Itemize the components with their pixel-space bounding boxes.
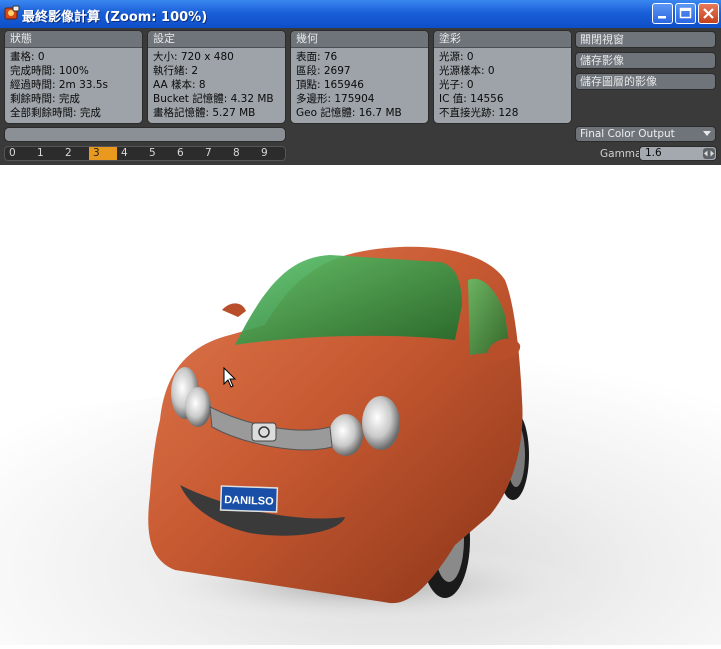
gamma-input[interactable]: 1.6 [639,146,717,161]
output-select[interactable]: Final Color Output [575,126,716,142]
close-window-button[interactable]: 關閉視窗 [575,31,716,48]
minimize-icon [658,16,666,19]
status-header: 狀態 [5,31,142,48]
shading-box: 塗彩 光源: 0 光源樣本: 0 光子: 0 IC 值: 14556 不直接光跡… [433,30,572,124]
app-icon [4,5,20,20]
status-total-remaining: 全部剩餘時間: 完成 [10,107,101,119]
maximize-button[interactable] [675,3,696,24]
shading-header: 塗彩 [434,31,571,48]
maximize-icon [679,7,692,19]
window-title: 最終影像計算 (Zoom: 100%) [22,10,208,25]
frame-tab-7[interactable]: 7 [201,147,229,160]
render-progress-bar [4,127,286,142]
settings-bucket-memory: Bucket 記憶體: 4.32 MB [153,93,274,105]
geometry-vertices: 頂點: 165946 [296,79,364,91]
gamma-label: Gamma [600,148,642,160]
frame-tab-4[interactable]: 4 [117,147,145,160]
status-complete: 完成時間: 100% [10,65,89,77]
frame-tab-1[interactable]: 1 [33,147,61,160]
stepper-arrows-icon [704,150,714,157]
settings-aa-samples: AA 樣本: 8 [153,79,206,91]
geometry-header: 幾何 [291,31,428,48]
geometry-memory: Geo 記憶體: 16.7 MB [296,107,402,119]
settings-threads: 執行緒: 2 [153,65,199,77]
save-image-button[interactable]: 儲存影像 [575,52,716,69]
frame-tab-0[interactable]: 0 [5,147,33,160]
license-plate: DANILSO [224,494,274,508]
render-info-panel: 狀態 畫格: 0 完成時間: 100% 經過時間: 2m 33.5s 剩餘時間:… [0,28,721,165]
frame-selector[interactable]: 0123456789 [4,146,286,161]
shading-indirect-rays: 不直接光跡: 128 [439,107,519,119]
frame-tab-3[interactable]: 3 [89,147,117,160]
settings-header: 設定 [148,31,285,48]
frame-tab-9[interactable]: 9 [257,147,285,160]
frame-tab-8[interactable]: 8 [229,147,257,160]
status-box: 狀態 畫格: 0 完成時間: 100% 經過時間: 2m 33.5s 剩餘時間:… [4,30,143,124]
settings-size: 大小: 720 x 480 [153,51,234,63]
status-remaining: 剩餘時間: 完成 [10,93,80,105]
status-frame: 畫格: 0 [10,51,45,63]
settings-frame-memory: 畫格記憶體: 5.27 MB [153,107,256,119]
gamma-stepper[interactable] [703,148,715,159]
geometry-segments: 區段: 2697 [296,65,351,77]
frame-tab-5[interactable]: 5 [145,147,173,160]
render-view[interactable]: DANILSO [0,165,721,645]
shading-light-samples: 光源樣本: 0 [439,65,495,77]
geometry-box: 幾何 表面: 76 區段: 2697 頂點: 165946 多邊形: 17590… [290,30,429,124]
shading-ic-values: IC 值: 14556 [439,93,504,105]
rendered-car-image: DANILSO [0,165,721,645]
output-select-value: Final Color Output [580,128,675,140]
close-button[interactable] [698,3,719,24]
frame-tab-6[interactable]: 6 [173,147,201,160]
settings-box: 設定 大小: 720 x 480 執行緒: 2 AA 樣本: 8 Bucket … [147,30,286,124]
mouse-cursor-icon [223,367,237,388]
frame-tab-2[interactable]: 2 [61,147,89,160]
shading-lights: 光源: 0 [439,51,474,63]
title-bar[interactable]: 最終影像計算 (Zoom: 100%) [0,0,721,28]
save-layer-images-button[interactable]: 儲存圖層的影像 [575,73,716,90]
chevron-down-icon [703,131,711,136]
minimize-button[interactable] [652,3,673,24]
geometry-polygons: 多邊形: 175904 [296,93,375,105]
geometry-surfaces: 表面: 76 [296,51,338,63]
close-icon [703,8,714,19]
gamma-value: 1.6 [645,147,662,159]
status-elapsed: 經過時間: 2m 33.5s [10,79,108,91]
shading-photons: 光子: 0 [439,79,474,91]
